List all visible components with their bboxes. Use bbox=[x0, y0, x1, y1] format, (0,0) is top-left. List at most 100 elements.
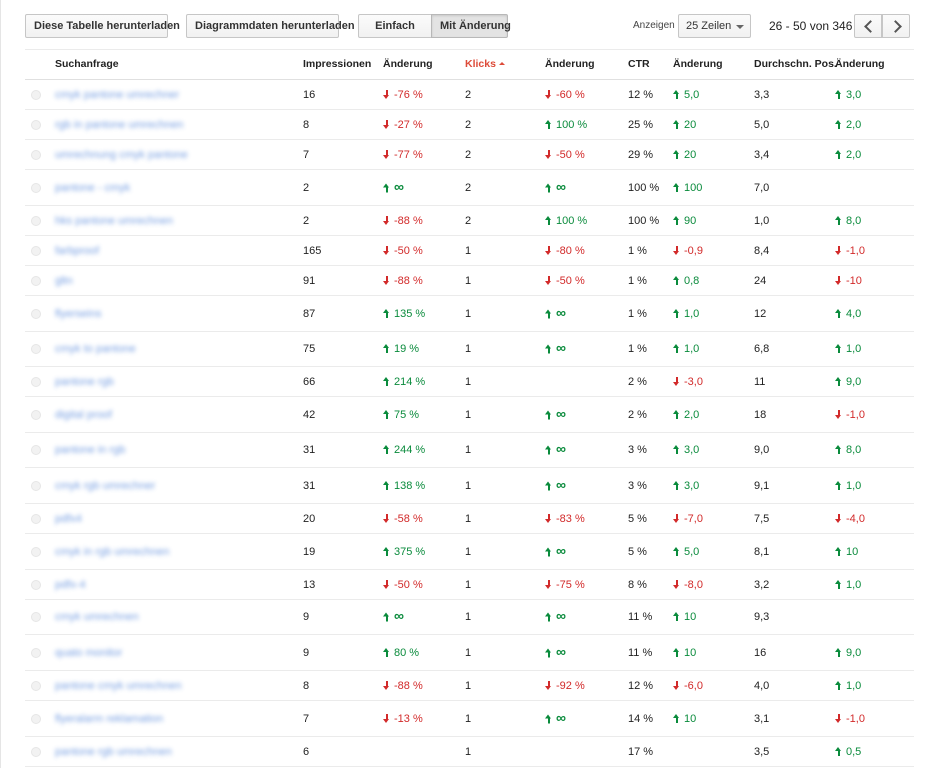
query-link[interactable]: flyerseins bbox=[55, 308, 101, 320]
chevron-right-icon bbox=[889, 20, 902, 33]
row-select-checkbox[interactable] bbox=[31, 182, 41, 193]
query-link[interactable]: cmyk to pantone bbox=[55, 343, 136, 355]
change-value: ∞ bbox=[556, 542, 566, 558]
row-select-checkbox[interactable] bbox=[31, 746, 41, 757]
arrow-down-icon bbox=[673, 680, 680, 690]
view-with-change-toggle[interactable]: Mit Änderung bbox=[431, 14, 511, 38]
query-link[interactable]: pantone in rgb bbox=[55, 444, 125, 456]
query-link[interactable]: pdfx-4 bbox=[55, 579, 86, 591]
change-value: 135 % bbox=[394, 307, 426, 320]
ctr-value: 29 % bbox=[628, 148, 654, 161]
view-simple-toggle[interactable]: Einfach bbox=[358, 14, 432, 38]
query-link[interactable]: cmyk umrechnen bbox=[55, 611, 139, 623]
ctr-value: 17 % bbox=[628, 745, 654, 758]
clicks-change: -83 % bbox=[545, 513, 585, 525]
row-select-checkbox[interactable] bbox=[31, 308, 41, 319]
clicks-change: -50 % bbox=[545, 275, 585, 287]
query-link[interactable]: cmyk in rgb umrechnen bbox=[55, 546, 169, 558]
arrow-down-icon bbox=[545, 275, 552, 285]
query-link[interactable]: hks pantone umrechnen bbox=[55, 215, 173, 227]
query-link[interactable]: cmyk rgb umrechner bbox=[55, 480, 155, 492]
table-row: cmyk umrechnen 9 ∞ 1 ∞ 11 % 10 9,3 bbox=[25, 600, 914, 635]
position-change: 10 bbox=[835, 546, 858, 558]
change-value: 100 % bbox=[556, 214, 588, 227]
query-link[interactable]: flyeralarm reklamation bbox=[55, 713, 163, 725]
change-value: 10 bbox=[846, 545, 859, 558]
row-select-checkbox[interactable] bbox=[31, 149, 41, 160]
impressions-value: 75 bbox=[303, 343, 316, 355]
change-value: -58 % bbox=[394, 512, 423, 525]
column-header-impressions-change[interactable]: Änderung bbox=[383, 58, 433, 70]
row-select-checkbox[interactable] bbox=[31, 89, 41, 100]
column-header-position-change[interactable]: Änderung bbox=[835, 58, 885, 70]
row-select-checkbox[interactable] bbox=[31, 680, 41, 691]
impressions-value: 20 bbox=[303, 512, 316, 525]
download-chart-data-button[interactable]: Diagrammdaten herunterladen bbox=[186, 14, 355, 38]
query-link[interactable]: rgb in pantone umrechnen bbox=[55, 119, 183, 131]
column-header-impressions[interactable]: Impressionen bbox=[303, 58, 371, 70]
arrow-up-icon bbox=[673, 480, 680, 490]
arrow-up-icon bbox=[545, 119, 552, 129]
table-row: digital proof 42 75 % 1 ∞ 2 % 2,0 18 -1,0 bbox=[25, 397, 914, 433]
arrow-up-icon bbox=[383, 183, 390, 192]
query-link[interactable]: gltn bbox=[55, 275, 73, 287]
query-link[interactable]: umrechnung cmyk pantone bbox=[55, 149, 188, 161]
average-position-value: 6,8 bbox=[754, 343, 770, 355]
table-row: hks pantone umrechnen 2 -88 % 2 100 % 100 % 90… bbox=[25, 206, 914, 236]
column-header-ctr[interactable]: CTR bbox=[628, 58, 650, 70]
previous-page-button[interactable] bbox=[854, 14, 882, 38]
arrow-down-icon bbox=[835, 275, 842, 285]
arrow-down-icon bbox=[383, 713, 390, 723]
position-change: 9,0 bbox=[835, 647, 861, 659]
chevron-left-icon bbox=[864, 20, 877, 33]
column-header-query[interactable]: Suchanfrage bbox=[55, 58, 119, 70]
ctr-change: 2,0 bbox=[673, 409, 699, 421]
column-header-average-position[interactable]: Durchschn. Pos. bbox=[754, 58, 837, 70]
arrow-up-icon bbox=[673, 149, 680, 159]
query-link[interactable]: farbproof bbox=[55, 245, 99, 257]
rows-per-page-select[interactable]: 25 Zeilen bbox=[678, 14, 751, 38]
ctr-value: 5 % bbox=[628, 512, 647, 525]
download-table-button[interactable]: Diese Tabelle herunterladen bbox=[25, 14, 180, 38]
ctr-value: 1 % bbox=[628, 343, 647, 355]
query-link[interactable]: digital proof bbox=[55, 409, 112, 421]
column-header-ctr-change[interactable]: Änderung bbox=[673, 58, 723, 70]
column-header-clicks-change[interactable]: Änderung bbox=[545, 58, 595, 70]
query-link[interactable]: pdfx4 bbox=[55, 513, 82, 525]
query-link[interactable]: pantone - cmyk bbox=[55, 182, 130, 194]
row-select-checkbox[interactable] bbox=[31, 546, 41, 557]
row-select-checkbox[interactable] bbox=[31, 215, 41, 226]
row-select-checkbox[interactable] bbox=[31, 409, 41, 420]
row-select-checkbox[interactable] bbox=[31, 480, 41, 491]
average-position-value: 7,5 bbox=[754, 512, 770, 525]
row-select-checkbox[interactable] bbox=[31, 376, 41, 387]
table-row: umrechnung cmyk pantone 7 -77 % 2 -50 % 29 % 2… bbox=[25, 140, 914, 170]
average-position-value: 3,1 bbox=[754, 712, 770, 725]
row-select-checkbox[interactable] bbox=[31, 612, 41, 622]
next-page-button[interactable] bbox=[882, 14, 910, 38]
arrow-up-icon bbox=[835, 647, 842, 657]
ctr-value: 100 % bbox=[628, 181, 660, 194]
arrow-down-icon bbox=[545, 149, 552, 159]
row-select-checkbox[interactable] bbox=[31, 245, 41, 256]
clicks-value: 1 bbox=[465, 646, 472, 659]
row-select-checkbox[interactable] bbox=[31, 513, 41, 524]
row-select-checkbox[interactable] bbox=[31, 647, 41, 658]
query-link[interactable]: pantone cmyk umrechnen bbox=[55, 680, 182, 692]
row-select-checkbox[interactable] bbox=[31, 275, 41, 286]
arrow-up-icon bbox=[383, 308, 390, 318]
impressions-value: 165 bbox=[303, 244, 322, 257]
arrow-down-icon bbox=[673, 245, 680, 255]
row-select-checkbox[interactable] bbox=[31, 119, 41, 130]
ctr-value: 100 % bbox=[628, 214, 660, 227]
row-select-checkbox[interactable] bbox=[31, 579, 41, 590]
query-link[interactable]: pantone rgb umrechnen bbox=[55, 746, 172, 758]
column-header-clicks[interactable]: Klicks bbox=[465, 58, 505, 70]
row-select-checkbox[interactable] bbox=[31, 713, 41, 724]
query-link[interactable]: quato monitor bbox=[55, 647, 122, 659]
change-value: 1,0 bbox=[846, 679, 862, 692]
row-select-checkbox[interactable] bbox=[31, 445, 41, 455]
query-link[interactable]: pantone rgb bbox=[55, 376, 114, 388]
query-link[interactable]: cmyk pantone umrechner bbox=[55, 89, 179, 101]
row-select-checkbox[interactable] bbox=[31, 344, 41, 354]
